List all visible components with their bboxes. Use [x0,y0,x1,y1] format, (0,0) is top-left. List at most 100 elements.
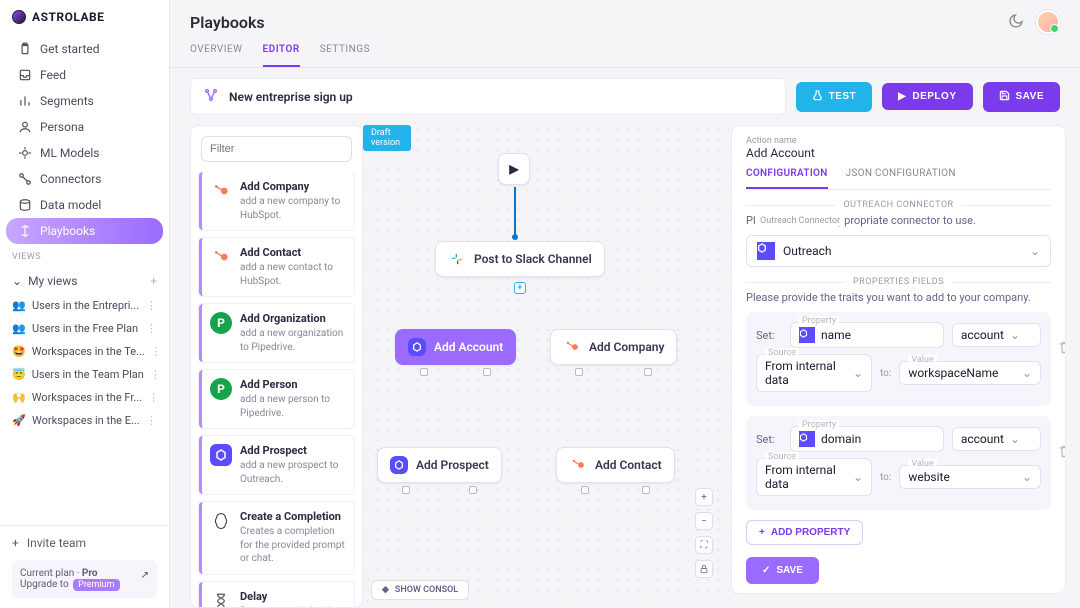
more-icon[interactable]: ⋮ [148,391,159,404]
fit-button[interactable]: ⛶ [695,536,713,554]
nav-get-started[interactable]: Get started [6,36,163,62]
connector-field-label: Outreach Connector [756,216,844,226]
node-slack[interactable]: Post to Slack Channel + [435,241,605,277]
library-item-add-company[interactable]: Add Companyadd a new company to HubSpot. [199,172,354,230]
zoom-out-button[interactable]: − [695,512,713,530]
value-select[interactable]: Valuewebsite⌄ [899,465,1041,489]
account-chip[interactable]: account⌄ [952,323,1041,347]
property-select[interactable]: Property domain [790,426,944,452]
premium-badge: Premium [73,579,119,591]
view-item[interactable]: 🙌Workspaces in the Fr...⋮ [6,386,163,409]
nav-connectors[interactable]: Connectors [6,166,163,192]
chevron-down-icon: ⌄ [1022,470,1032,484]
library-item-delay[interactable]: DelayPause your playbook for a defined p… [199,582,354,608]
tab-settings[interactable]: SETTINGS [320,44,370,67]
view-item[interactable]: 😇Users in the Team Plan⋮ [6,363,163,386]
node-add-account[interactable]: Add Account [395,329,516,365]
test-button[interactable]: TEST [796,82,873,112]
library-item-create-completion[interactable]: Create a CompletionCreates a completion … [199,502,354,574]
value-select[interactable]: ValueworkspaceName⌄ [899,361,1041,385]
out-port[interactable] [420,368,428,376]
tab-editor[interactable]: EDITOR [263,44,300,67]
out-port[interactable] [575,368,583,376]
inspector-save-button[interactable]: ✓ SAVE [746,557,819,584]
workflow-title[interactable]: New entreprise sign up [190,78,786,115]
save-button[interactable]: SAVE [983,82,1061,112]
inspector: Action name Add Account CONFIGURATION JS… [731,125,1066,594]
node-trigger[interactable]: ▶ [498,153,530,185]
chip-icon [18,146,32,160]
add-port-icon[interactable]: + [514,282,526,294]
view-item[interactable]: 🚀Workspaces in the E...⋮ [6,409,163,432]
library-item-add-person[interactable]: PAdd Personadd a new person to Pipedrive… [199,370,354,428]
tab-configuration[interactable]: CONFIGURATION [746,168,828,189]
more-icon[interactable]: ⋮ [146,414,157,427]
property-group: Set: Property domain account⌄ SourceFrom… [746,416,1051,510]
out-port[interactable] [642,486,650,494]
action-name[interactable]: Add Account [746,146,1051,160]
out-port[interactable] [402,486,410,494]
nav-feed[interactable]: Feed [6,62,163,88]
trash-icon[interactable] [1058,444,1066,462]
external-icon: ↗ [141,570,149,581]
nav-data-model[interactable]: Data model [6,192,163,218]
tab-json-configuration[interactable]: JSON CONFIGURATION [846,168,956,189]
emoji-icon: 👥 [12,322,26,335]
source-select[interactable]: SourceFrom internal data⌄ [756,458,872,496]
library-item-add-organization[interactable]: PAdd Organizationadd a new organization … [199,304,354,362]
avatar[interactable] [1036,10,1060,34]
source-select[interactable]: SourceFrom internal data⌄ [756,354,872,392]
more-icon[interactable]: ⋮ [151,345,162,358]
library-item-add-prospect[interactable]: Add Prospectadd a new prospect to Outrea… [199,436,354,494]
nav-ml-models[interactable]: ML Models [6,140,163,166]
out-port[interactable] [581,486,589,494]
nav-label: Get started [40,42,100,56]
my-views-header[interactable]: ⌄My views + [0,268,169,294]
node-add-company[interactable]: Add Company [550,329,677,365]
view-item[interactable]: 👥Users in the Free Plan⋮ [6,317,163,340]
deploy-button[interactable]: ▶DEPLOY [882,83,972,110]
view-item[interactable]: 👥Users in the Entrepri...⋮ [6,294,163,317]
tab-overview[interactable]: OVERVIEW [190,44,243,67]
nav-label: Persona [40,120,84,134]
account-chip[interactable]: account⌄ [952,427,1041,451]
props-section-label: PROPERTIES FIELDS [746,277,1051,287]
theme-toggle-icon[interactable] [1008,13,1024,32]
test-icon [812,90,823,104]
nav-playbooks[interactable]: Playbooks [6,218,163,244]
canvas[interactable]: Draft version ▶ Post to Slack Channe [363,125,731,608]
user-icon [18,120,32,134]
more-icon[interactable]: ⋮ [146,322,157,335]
connector-select[interactable]: Outreach ⌄ [746,235,1051,267]
view-item[interactable]: 🤩Workspaces in the Te...⋮ [6,340,163,363]
toolbar: New entreprise sign up TEST ▶DEPLOY SAVE [170,68,1080,125]
emoji-icon: 👥 [12,299,26,312]
trash-icon[interactable] [1058,340,1066,358]
emoji-icon: 🚀 [12,414,26,427]
plan-card[interactable]: Current plan · Pro Upgrade to Premium ↗ [12,560,157,598]
nav-segments[interactable]: Segments [6,88,163,114]
lock-button[interactable] [695,560,713,578]
hubspot-icon [210,180,232,202]
more-icon[interactable]: ⋮ [150,368,161,381]
filter-input[interactable] [201,136,352,162]
add-view-icon[interactable]: + [150,274,157,288]
primary-nav: Get started Feed Segments Persona ML Mod… [0,34,169,246]
out-port[interactable] [644,368,652,376]
property-select[interactable]: Property name [790,322,944,348]
nav-persona[interactable]: Persona [6,114,163,140]
library-list: Add Companyadd a new company to HubSpot.… [191,172,362,607]
node-add-prospect[interactable]: Add Prospect [377,447,502,483]
out-port[interactable] [483,368,491,376]
header-actions [1008,10,1060,34]
more-icon[interactable]: ⋮ [146,299,157,312]
add-property-button[interactable]: + ADD PROPERTY [746,520,863,545]
library-item-add-contact[interactable]: Add Contactadd a new contact to HubSpot. [199,238,354,296]
datamodel-icon [18,198,32,212]
show-console-button[interactable]: ◆ SHOW CONSOL [371,580,469,600]
node-add-contact[interactable]: Add Contact [556,447,675,483]
zoom-in-button[interactable]: + [695,488,713,506]
brand-name: ASTROLABE [32,10,104,24]
out-port[interactable] [469,486,477,494]
invite-team[interactable]: +Invite team [12,536,157,560]
